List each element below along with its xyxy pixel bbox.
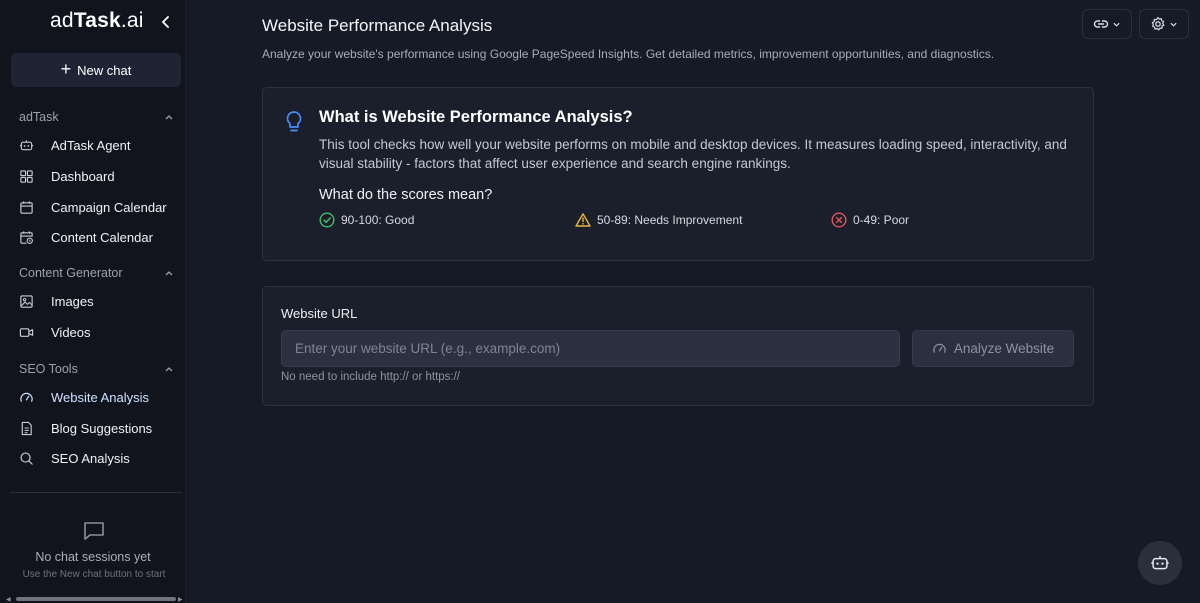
sidebar-item-label: Videos	[51, 325, 91, 340]
url-field-label: Website URL	[281, 306, 358, 321]
section-title: Content Generator	[19, 266, 123, 280]
sidebar-item-blog-suggestions[interactable]: Blog Suggestions	[11, 416, 181, 442]
logo-row: adTask.ai	[0, 8, 186, 36]
scroll-left-arrow-icon[interactable]: ◀	[6, 596, 11, 603]
lightbulb-icon	[286, 111, 302, 132]
sidebar-item-label: Website Analysis	[51, 390, 150, 405]
page-subtitle: Analyze your website's performance using…	[262, 47, 995, 61]
sidebar-item-seo-analysis[interactable]: SEO Analysis	[11, 446, 181, 472]
scroll-right-arrow-icon[interactable]: ▶	[178, 596, 183, 603]
sidebar-item-content-calendar[interactable]: Content Calendar	[11, 225, 181, 251]
settings-menu-button[interactable]	[1139, 9, 1189, 39]
chevron-down-icon	[1113, 22, 1120, 27]
gauge-icon	[20, 392, 33, 402]
info-body: This tool checks how well your website p…	[319, 137, 1067, 171]
bot-icon	[19, 140, 34, 151]
chevron-left-icon	[162, 16, 169, 28]
check-circle-icon	[319, 212, 335, 228]
sidebar-divider	[10, 492, 182, 493]
x-circle-icon	[831, 212, 847, 228]
website-url-input[interactable]	[281, 330, 900, 367]
collapse-sidebar-button[interactable]	[158, 12, 174, 32]
section-title: adTask	[19, 110, 59, 124]
gauge-icon	[933, 343, 946, 353]
page-title: Website Performance Analysis	[262, 16, 493, 35]
sidebar-item-label: Blog Suggestions	[51, 421, 153, 436]
sidebar-item-videos[interactable]: Videos	[11, 320, 181, 346]
calendar-clock-icon	[20, 231, 33, 244]
sidebar-item-label: Images	[51, 294, 94, 309]
section-title: SEO Tools	[19, 362, 78, 376]
video-icon	[19, 328, 34, 337]
chevron-up-icon	[165, 271, 173, 276]
sidebar-item-campaign-calendar[interactable]: Campaign Calendar	[11, 195, 181, 221]
empty-state-subtitle: Use the New chat button to start	[22, 569, 166, 580]
score-legend-needs-improvement: 50-89: Needs Improvement	[575, 211, 742, 229]
analyze-website-button[interactable]: Analyze Website	[912, 330, 1074, 367]
url-hint: No need to include http:// or https://	[281, 371, 460, 383]
link-icon	[1093, 20, 1109, 28]
analyze-button-label: Analyze Website	[953, 341, 1055, 356]
calendar-icon	[20, 201, 33, 214]
sidebar-item-label: Campaign Calendar	[51, 200, 167, 215]
sidebar-scrollbar[interactable]: ◀ ▶	[6, 596, 183, 603]
score-legend-good: 90-100: Good	[319, 211, 414, 229]
search-icon	[20, 452, 33, 465]
score-legend-poor: 0-49: Poor	[831, 211, 909, 229]
sidebar: adTask.ai + New chat adTask AdTask Agent…	[0, 0, 186, 603]
sidebar-item-label: SEO Analysis	[51, 451, 130, 466]
chevron-down-icon	[1170, 22, 1177, 27]
chevron-up-icon	[165, 115, 173, 120]
new-chat-button[interactable]: + New chat	[11, 53, 181, 87]
score-label: 50-89: Needs Improvement	[597, 213, 743, 227]
chat-bubble-icon	[84, 522, 104, 540]
sidebar-item-dashboard[interactable]: Dashboard	[11, 164, 181, 190]
section-header-adtask[interactable]: adTask	[19, 108, 175, 126]
plus-icon: +	[60, 59, 72, 79]
empty-state-title: No chat sessions yet	[35, 550, 151, 564]
chat-assistant-button[interactable]	[1138, 541, 1182, 585]
logo: adTask.ai	[50, 9, 144, 32]
scores-title: What do the scores mean?	[319, 187, 493, 203]
link-menu-button[interactable]	[1082, 9, 1132, 39]
new-chat-label: New chat	[77, 62, 132, 78]
image-icon	[20, 295, 33, 308]
warning-triangle-icon	[575, 213, 591, 227]
document-icon	[21, 421, 32, 436]
score-label: 90-100: Good	[341, 213, 415, 227]
sidebar-item-images[interactable]: Images	[11, 289, 181, 315]
gear-icon	[1151, 16, 1165, 31]
scrollbar-thumb[interactable]	[16, 597, 176, 601]
sidebar-item-label: Dashboard	[51, 169, 115, 184]
score-label: 0-49: Poor	[853, 213, 910, 227]
sidebar-item-website-analysis[interactable]: Website Analysis	[11, 385, 181, 411]
sidebar-item-adtask-agent[interactable]: AdTask Agent	[11, 133, 181, 159]
info-title: What is Website Performance Analysis?	[319, 108, 633, 126]
bot-icon	[1151, 556, 1169, 570]
section-header-content-generator[interactable]: Content Generator	[19, 264, 175, 282]
chevron-up-icon	[165, 367, 173, 372]
sidebar-item-label: AdTask Agent	[51, 138, 131, 153]
section-header-seo-tools[interactable]: SEO Tools	[19, 360, 175, 378]
sidebar-item-label: Content Calendar	[51, 230, 153, 245]
grid-icon	[20, 170, 33, 183]
